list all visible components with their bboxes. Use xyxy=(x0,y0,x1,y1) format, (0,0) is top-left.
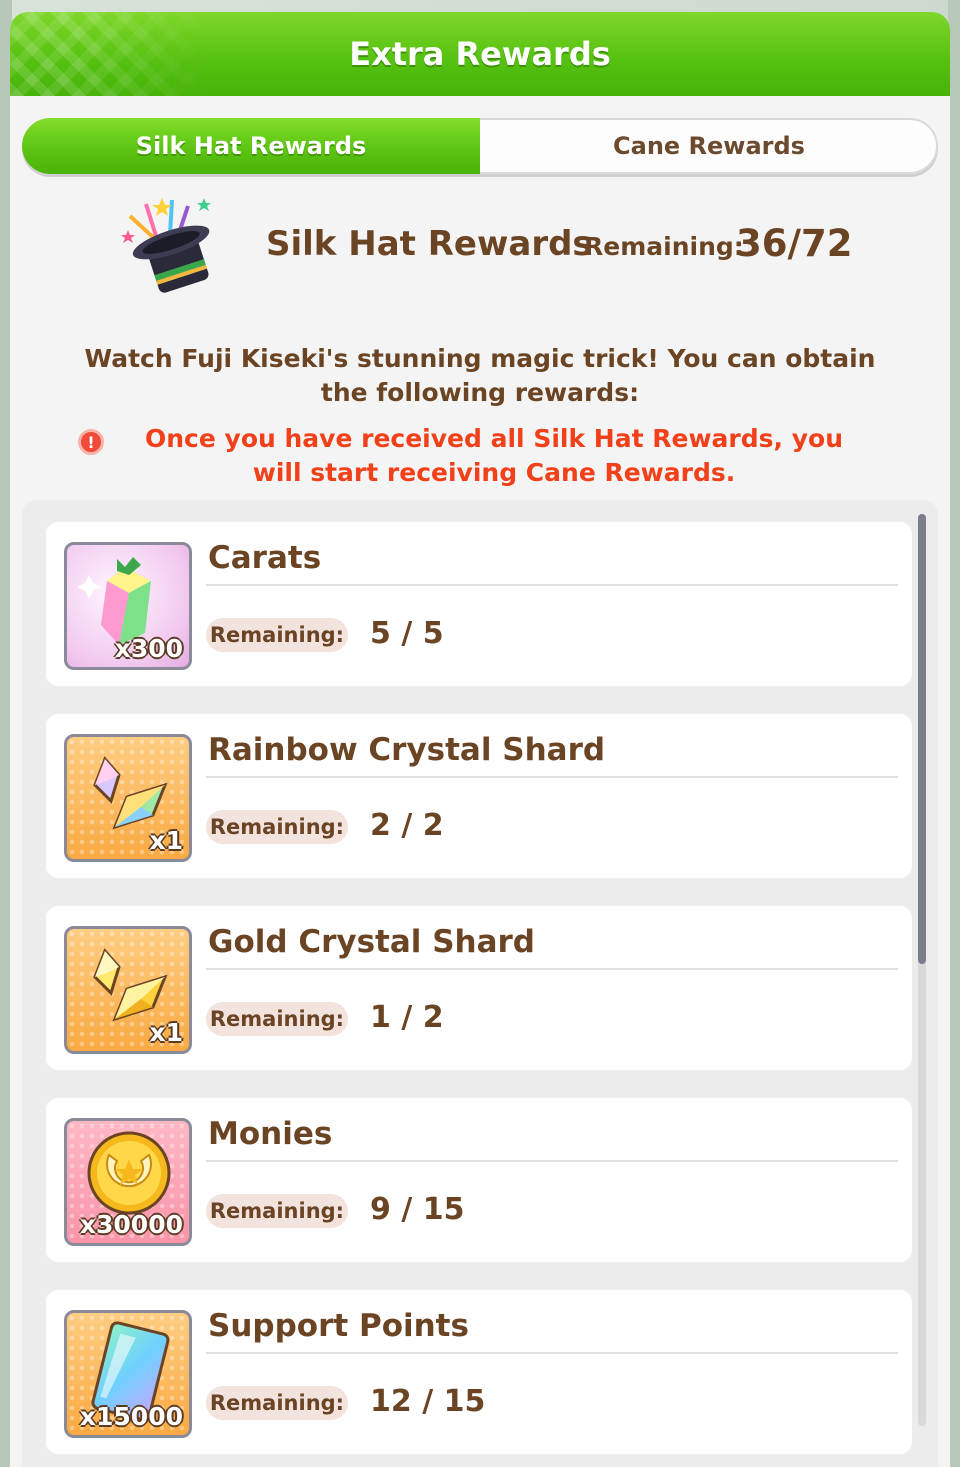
reward-thumbnail: x15000 xyxy=(64,1310,192,1438)
list-item: x15000 Support Points Remaining: 12 / 15 xyxy=(46,1290,912,1454)
reward-tabs: Silk Hat Rewards Cane Rewards xyxy=(22,118,938,174)
warning-text: Once you have received all Silk Hat Rewa… xyxy=(145,424,843,487)
divider xyxy=(206,1160,898,1162)
reward-thumbnail: x300 xyxy=(64,542,192,670)
reward-name: Rainbow Crystal Shard xyxy=(208,732,606,768)
extra-rewards-dialog: Extra Rewards Silk Hat Rewards Cane Rewa… xyxy=(10,12,950,1467)
scrollbar[interactable] xyxy=(918,514,926,1426)
reward-name: Carats xyxy=(208,540,322,576)
dialog-title: Extra Rewards xyxy=(349,35,611,73)
list-item: x1 Rainbow Crystal Shard Remaining: 2 / … xyxy=(46,714,912,878)
reward-quantity: x30000 xyxy=(79,1210,183,1239)
list-item: x30000 Monies Remaining: 9 / 15 xyxy=(46,1098,912,1262)
reward-name: Support Points xyxy=(208,1308,469,1344)
divider xyxy=(206,968,898,970)
dialog-header: Extra Rewards xyxy=(10,12,950,96)
remaining-label: Remaining: xyxy=(206,1386,348,1420)
total-remaining-label: Remaining: xyxy=(584,232,744,261)
list-item: x300 Carats Remaining: 5 / 5 xyxy=(46,522,912,686)
reward-quantity: x1 xyxy=(149,826,183,855)
reward-thumbnail: x30000 xyxy=(64,1118,192,1246)
remaining-count: 1 / 2 xyxy=(370,1000,444,1035)
remaining-label: Remaining: xyxy=(206,1002,348,1036)
reward-quantity: x300 xyxy=(114,634,183,663)
reward-quantity: x1 xyxy=(149,1018,183,1047)
remaining-count: 2 / 2 xyxy=(370,808,444,843)
reward-name: Monies xyxy=(208,1116,333,1152)
description-text: Watch Fuji Kiseki's stunning magic trick… xyxy=(84,344,876,407)
list-item: x1 Gold Crystal Shard Remaining: 1 / 2 xyxy=(46,906,912,1070)
divider xyxy=(206,776,898,778)
reward-name: Gold Crystal Shard xyxy=(208,924,535,960)
remaining-label: Remaining: xyxy=(206,810,348,844)
reward-quantity: x15000 xyxy=(79,1402,183,1431)
scrollbar-thumb[interactable] xyxy=(918,514,926,964)
remaining-label: Remaining: xyxy=(206,1194,348,1228)
divider xyxy=(206,584,898,586)
remaining-count: 12 / 15 xyxy=(370,1384,486,1419)
remaining-count: 5 / 5 xyxy=(370,616,444,651)
remaining-count: 9 / 15 xyxy=(370,1192,465,1227)
tab-cane-rewards[interactable]: Cane Rewards xyxy=(480,118,938,174)
divider xyxy=(206,1352,898,1354)
remaining-label: Remaining: xyxy=(206,618,348,652)
silk-hat-icon xyxy=(121,198,211,293)
reward-thumbnail: x1 xyxy=(64,734,192,862)
section-title: Silk Hat Rewards xyxy=(266,224,593,264)
rewards-list[interactable]: x300 Carats Remaining: 5 / 5 x1 Rainbow … xyxy=(22,500,938,1467)
total-remaining-value: 36/72 xyxy=(736,222,853,265)
alert-icon: ! xyxy=(78,429,104,455)
tab-silk-hat-rewards[interactable]: Silk Hat Rewards xyxy=(22,118,480,174)
reward-thumbnail: x1 xyxy=(64,926,192,1054)
header-pattern xyxy=(10,12,210,96)
